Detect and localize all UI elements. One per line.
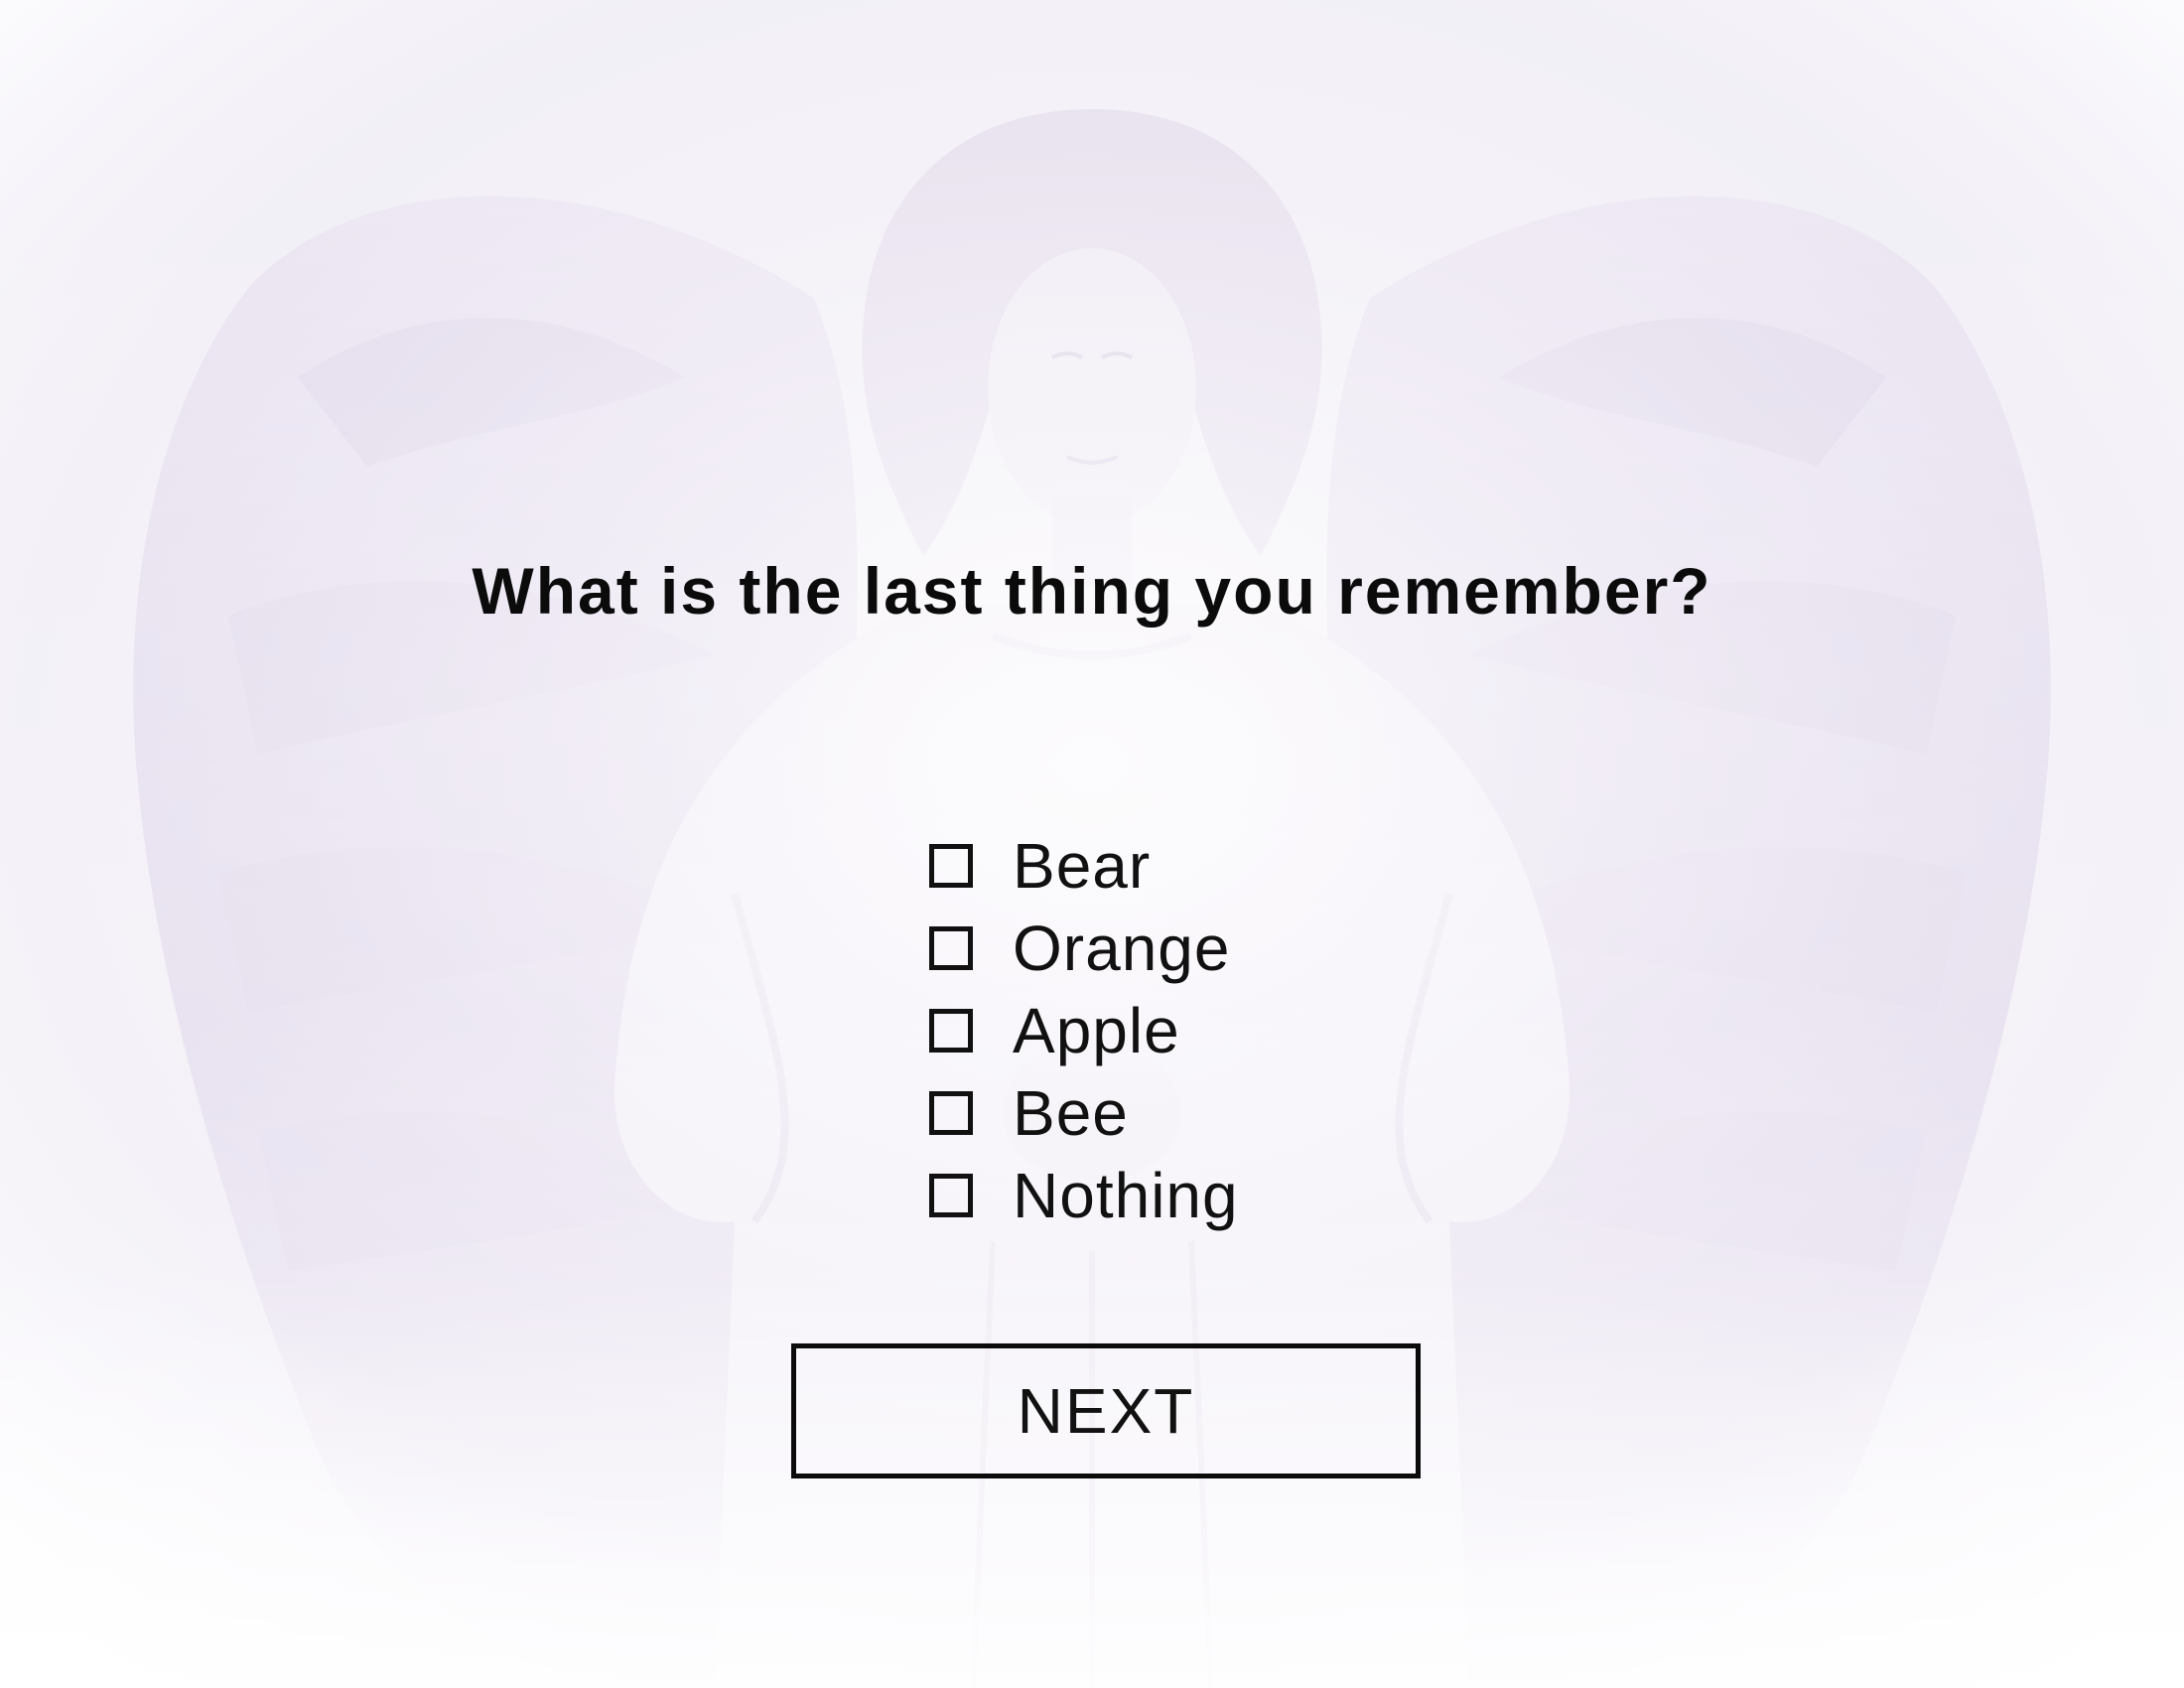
option-bear[interactable]: Bear [929,824,1239,907]
next-button[interactable]: NEXT [791,1343,1421,1478]
answer-options-list: Bear Orange Apple Bee Nothing [929,824,1239,1236]
option-apple[interactable]: Apple [929,989,1239,1071]
option-nothing[interactable]: Nothing [929,1154,1239,1236]
option-label-apple: Apple [1013,994,1180,1066]
option-bee[interactable]: Bee [929,1071,1239,1154]
checkbox-orange[interactable] [929,925,973,970]
option-orange[interactable]: Orange [929,907,1239,989]
quiz-panel: What is the last thing you remember? Bea… [0,0,2184,1688]
checkbox-apple[interactable] [929,1008,973,1053]
checkbox-bee[interactable] [929,1090,973,1135]
option-label-bee: Bee [1013,1076,1129,1149]
checkbox-bear[interactable] [929,843,973,888]
question-heading: What is the last thing you remember? [472,554,1712,628]
option-label-nothing: Nothing [1013,1159,1239,1231]
option-label-bear: Bear [1013,829,1152,902]
option-label-orange: Orange [1013,912,1231,984]
checkbox-nothing[interactable] [929,1173,973,1217]
